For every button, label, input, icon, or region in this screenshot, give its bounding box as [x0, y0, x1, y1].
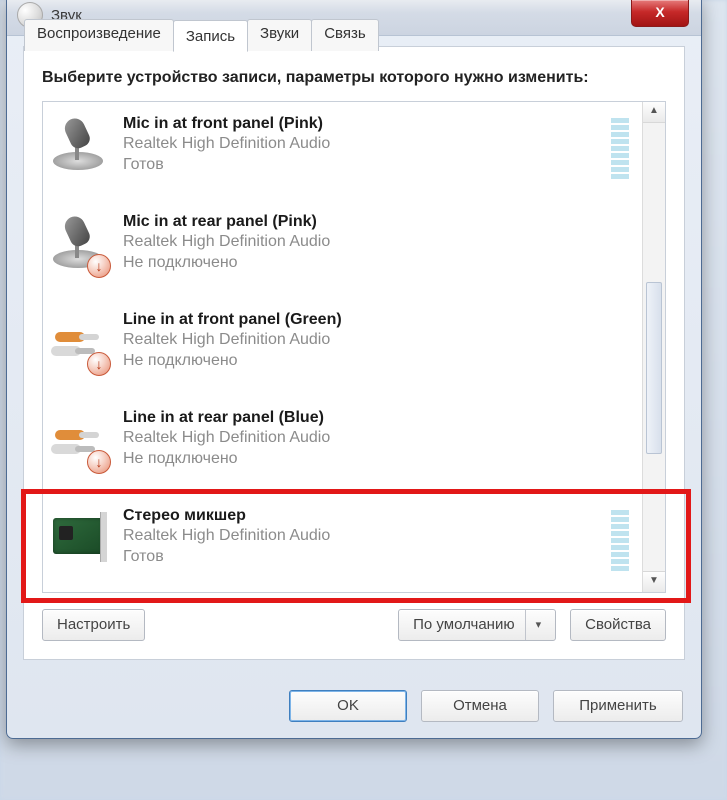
device-status: Готов — [123, 547, 611, 568]
dialog-button-bar: OK Отмена Применить — [7, 676, 701, 738]
device-name: Mic in at front panel (Pink) — [123, 114, 611, 135]
apply-button[interactable]: Применить — [553, 690, 683, 722]
configure-button[interactable]: Настроить — [42, 609, 145, 641]
line-in-jack-icon — [49, 408, 107, 474]
sound-card-icon — [49, 506, 107, 572]
device-driver: Realtek High Definition Audio — [123, 428, 635, 449]
dialog-body: Воспроизведение Запись Звуки Связь Выбер… — [23, 46, 685, 660]
device-name: Line in at rear panel (Blue) — [123, 408, 635, 429]
tab-playback[interactable]: Воспроизведение — [24, 19, 174, 51]
device-name: Стерео микшер — [123, 506, 611, 527]
scroll-up-button[interactable]: ▲ — [643, 102, 665, 123]
device-name: Line in at front panel (Green) — [123, 310, 635, 331]
device-item[interactable]: Стерео микшерRealtek High Definition Aud… — [43, 494, 643, 592]
device-item[interactable]: Line in at rear panel (Blue)Realtek High… — [43, 396, 643, 494]
not-plugged-overlay-icon — [87, 352, 111, 376]
cancel-button[interactable]: Отмена — [421, 690, 539, 722]
microphone-icon — [49, 114, 107, 180]
tab-communications[interactable]: Связь — [311, 19, 378, 51]
not-plugged-overlay-icon — [87, 254, 111, 278]
level-meter — [611, 118, 629, 181]
device-name: Mic in at rear panel (Pink) — [123, 212, 635, 233]
set-default-button[interactable]: По умолчанию — [398, 609, 556, 641]
device-status: Не подключено — [123, 449, 635, 470]
device-item[interactable]: Mic in at front panel (Pink)Realtek High… — [43, 102, 643, 200]
device-status: Не подключено — [123, 351, 635, 372]
device-driver: Realtek High Definition Audio — [123, 526, 611, 547]
level-meter — [611, 510, 629, 573]
close-button[interactable]: X — [631, 0, 689, 27]
line-in-jack-icon — [49, 310, 107, 376]
tab-recording[interactable]: Запись — [173, 20, 248, 52]
device-status: Не подключено — [123, 253, 635, 274]
device-status: Готов — [123, 155, 611, 176]
device-list[interactable]: Mic in at front panel (Pink)Realtek High… — [42, 101, 666, 593]
device-text: Mic in at rear panel (Pink)Realtek High … — [123, 212, 635, 274]
device-driver: Realtek High Definition Audio — [123, 232, 635, 253]
device-text: Mic in at front panel (Pink)Realtek High… — [123, 114, 611, 176]
sound-dialog: Звук X Воспроизведение Запись Звуки Связ… — [6, 0, 702, 739]
device-text: Стерео микшерRealtek High Definition Aud… — [123, 506, 611, 568]
properties-button[interactable]: Свойства — [570, 609, 666, 641]
ok-button[interactable]: OK — [289, 690, 407, 722]
scroll-down-button[interactable]: ▼ — [643, 571, 665, 592]
device-button-row: Настроить По умолчанию Свойства — [42, 609, 666, 641]
tab-sounds[interactable]: Звуки — [247, 19, 312, 51]
instruction-text: Выберите устройство записи, параметры ко… — [42, 67, 666, 89]
device-text: Line in at front panel (Green)Realtek Hi… — [123, 310, 635, 372]
microphone-icon — [49, 212, 107, 278]
scrollbar[interactable]: ▲ ▼ — [642, 102, 665, 592]
device-item[interactable]: Mic in at rear panel (Pink)Realtek High … — [43, 200, 643, 298]
not-plugged-overlay-icon — [87, 450, 111, 474]
device-text: Line in at rear panel (Blue)Realtek High… — [123, 408, 635, 470]
device-driver: Realtek High Definition Audio — [123, 330, 635, 351]
device-driver: Realtek High Definition Audio — [123, 134, 611, 155]
device-item[interactable]: Line in at front panel (Green)Realtek Hi… — [43, 298, 643, 396]
scroll-thumb[interactable] — [646, 282, 662, 454]
tab-strip: Воспроизведение Запись Звуки Связь — [24, 18, 378, 50]
